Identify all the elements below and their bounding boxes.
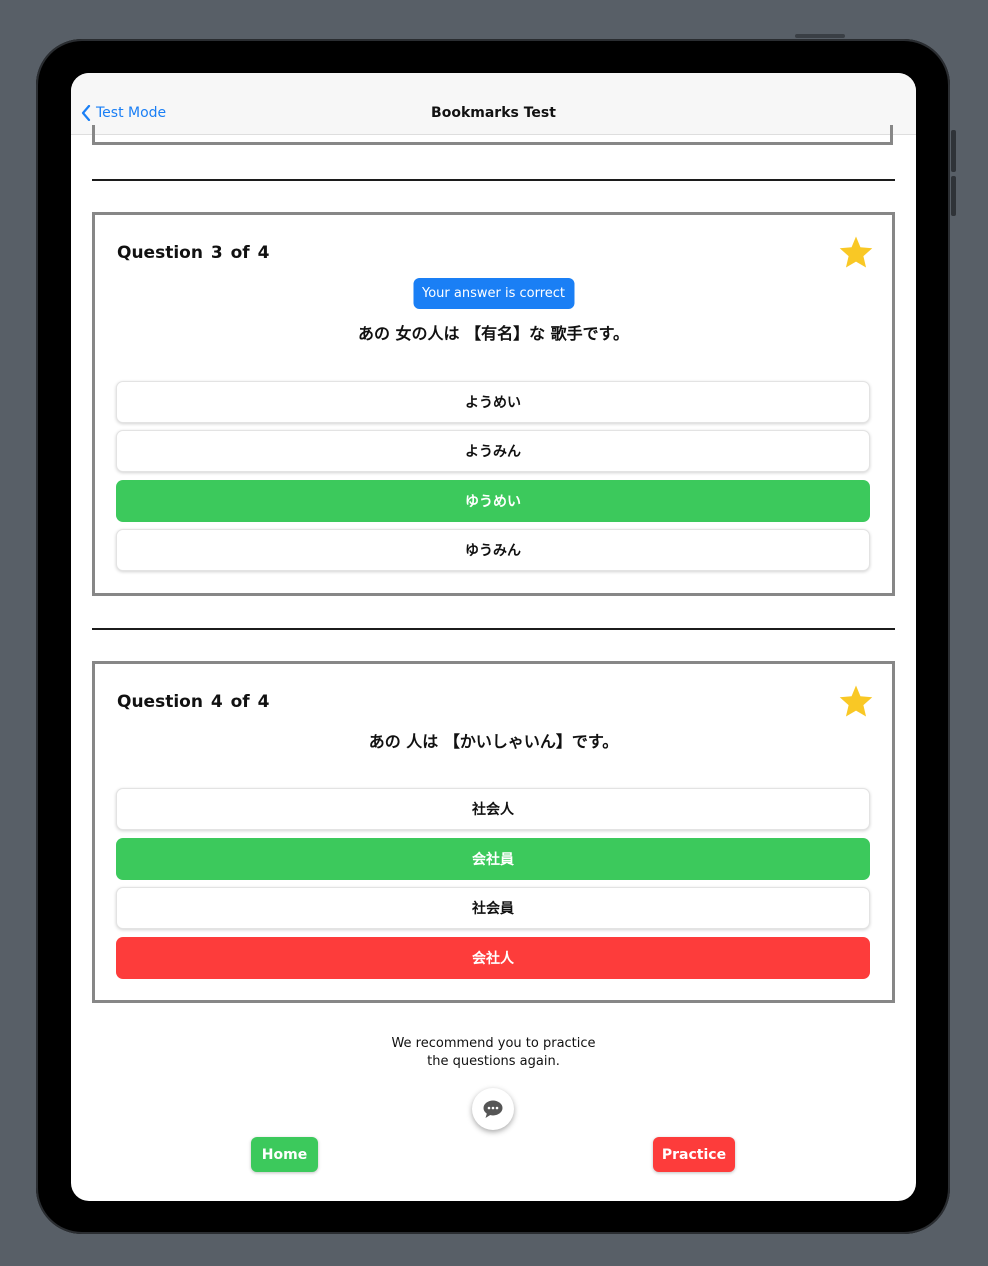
question-card: Question 4 of 4 あの 人は 【かいしゃいん】です。 社会人 会社… <box>92 661 895 1003</box>
chat-bubble-icon <box>483 1100 503 1118</box>
answer-option-correct[interactable]: ゆうめい <box>116 480 870 522</box>
answer-option-wrong[interactable]: 会社人 <box>116 937 870 979</box>
answer-option[interactable]: ゆうみん <box>116 529 870 571</box>
answer-option[interactable]: ようみん <box>116 430 870 472</box>
chat-button[interactable] <box>472 1088 514 1130</box>
answer-option-correct[interactable]: 会社員 <box>116 838 870 880</box>
practice-button[interactable]: Practice <box>653 1137 735 1172</box>
scroll-content[interactable]: Question 3 of 4 Your answer is correct あ… <box>71 125 916 1201</box>
bookmark-star-icon[interactable] <box>838 235 874 269</box>
page-title: Bookmarks Test <box>431 105 556 121</box>
answer-option[interactable]: ようめい <box>116 381 870 423</box>
bookmark-star-icon[interactable] <box>838 684 874 718</box>
screen: Test Mode Bookmarks Test Question 3 of 4… <box>71 73 916 1201</box>
recommendation-text: We recommend you to practice the questio… <box>391 1036 596 1069</box>
divider <box>92 179 895 181</box>
home-button[interactable]: Home <box>251 1137 318 1172</box>
status-badge: Your answer is correct <box>412 278 575 309</box>
answer-option[interactable]: 社会人 <box>116 788 870 830</box>
question-card: Question 3 of 4 Your answer is correct あ… <box>92 212 895 596</box>
device-volume-down-button <box>951 176 956 216</box>
question-text: あの 人は 【かいしゃいん】です。 <box>368 732 619 751</box>
device-volume-up-button <box>951 130 956 172</box>
divider <box>92 628 895 630</box>
question-title: Question 4 of 4 <box>117 692 270 712</box>
device-top-button <box>795 34 845 38</box>
question-title: Question 3 of 4 <box>117 243 270 263</box>
question-text: あの 女の人は 【有名】な 歌手です。 <box>357 324 630 343</box>
answer-option[interactable]: 社会員 <box>116 887 870 929</box>
previous-question-card <box>92 125 893 145</box>
